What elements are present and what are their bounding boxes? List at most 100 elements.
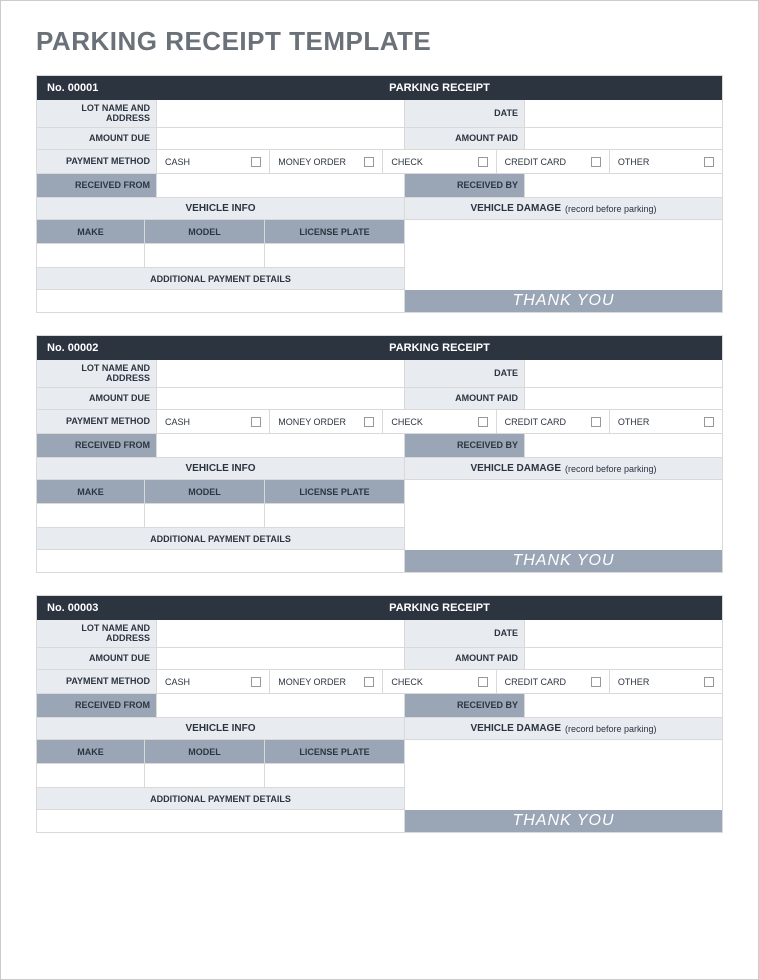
value-make[interactable] xyxy=(37,764,145,788)
thank-you-banner: THANK YOU xyxy=(405,290,722,312)
payment-option-cash[interactable]: CASH xyxy=(157,150,270,174)
checkbox-icon[interactable] xyxy=(251,677,261,687)
checkbox-icon[interactable] xyxy=(704,157,714,167)
value-additional-payment[interactable] xyxy=(37,810,405,832)
value-license-plate[interactable] xyxy=(265,244,405,268)
payment-option-other[interactable]: OTHER xyxy=(610,150,722,174)
payment-option-check[interactable]: CHECK xyxy=(383,150,496,174)
value-received-by[interactable] xyxy=(525,434,722,458)
row-amounts: AMOUNT DUE AMOUNT PAID xyxy=(37,648,722,670)
label-vehicle-info: VEHICLE INFO xyxy=(37,198,405,220)
checkbox-icon[interactable] xyxy=(704,677,714,687)
value-make[interactable] xyxy=(37,244,145,268)
label-additional-payment: ADDITIONAL PAYMENT DETAILS xyxy=(37,788,405,810)
checkbox-icon[interactable] xyxy=(591,677,601,687)
value-received-by[interactable] xyxy=(525,694,722,718)
value-vehicle-damage-bot[interactable] xyxy=(405,268,722,290)
checkbox-icon[interactable] xyxy=(364,417,374,427)
checkbox-icon[interactable] xyxy=(251,157,261,167)
label-payment-method: PAYMENT METHOD xyxy=(37,670,157,694)
checkbox-icon[interactable] xyxy=(478,157,488,167)
row-lot-date: LOT NAME AND ADDRESS DATE xyxy=(37,100,722,128)
value-vehicle-damage-top[interactable] xyxy=(405,740,722,764)
payment-option-check[interactable]: CHECK xyxy=(383,670,496,694)
row-vehicle-headers: VEHICLE INFO VEHICLE DAMAGE (record befo… xyxy=(37,458,722,480)
checkbox-icon[interactable] xyxy=(478,417,488,427)
checkbox-icon[interactable] xyxy=(364,677,374,687)
parking-receipt: No. 00002 PARKING RECEIPT LOT NAME AND A… xyxy=(36,335,723,573)
value-amount-paid[interactable] xyxy=(525,648,722,670)
payment-option-money-order[interactable]: MONEY ORDER xyxy=(270,150,383,174)
checkbox-icon[interactable] xyxy=(364,157,374,167)
value-additional-payment[interactable] xyxy=(37,290,405,312)
value-received-from[interactable] xyxy=(157,434,405,458)
value-amount-due[interactable] xyxy=(157,648,405,670)
payment-option-credit-card[interactable]: CREDIT CARD xyxy=(497,150,610,174)
value-model[interactable] xyxy=(145,764,265,788)
checkbox-icon[interactable] xyxy=(478,677,488,687)
row-vehicle-columns: MAKE MODEL LICENSE PLATE xyxy=(37,220,722,244)
value-received-from[interactable] xyxy=(157,174,405,198)
label-license-plate: LICENSE PLATE xyxy=(265,480,405,504)
value-model[interactable] xyxy=(145,244,265,268)
label-received-from: RECEIVED FROM xyxy=(37,174,157,198)
payment-option-credit-card[interactable]: CREDIT CARD xyxy=(497,410,610,434)
label-payment-method: PAYMENT METHOD xyxy=(37,410,157,434)
label-vehicle-info: VEHICLE INFO xyxy=(37,458,405,480)
payment-option-other[interactable]: OTHER xyxy=(610,670,722,694)
value-model[interactable] xyxy=(145,504,265,528)
value-received-by[interactable] xyxy=(525,174,722,198)
value-lot-name[interactable] xyxy=(157,360,405,388)
value-license-plate[interactable] xyxy=(265,504,405,528)
value-date[interactable] xyxy=(525,360,722,388)
value-date[interactable] xyxy=(525,620,722,648)
value-license-plate[interactable] xyxy=(265,764,405,788)
value-vehicle-damage-mid[interactable] xyxy=(405,504,722,528)
label-additional-payment: ADDITIONAL PAYMENT DETAILS xyxy=(37,268,405,290)
checkbox-icon[interactable] xyxy=(704,417,714,427)
label-amount-due: AMOUNT DUE xyxy=(37,648,157,670)
value-amount-due[interactable] xyxy=(157,388,405,410)
row-vehicle-values xyxy=(37,244,722,268)
value-vehicle-damage-mid[interactable] xyxy=(405,244,722,268)
value-amount-paid[interactable] xyxy=(525,128,722,150)
checkbox-icon[interactable] xyxy=(591,157,601,167)
label-vehicle-damage: VEHICLE DAMAGE (record before parking) xyxy=(405,458,722,480)
payment-option-cash[interactable]: CASH xyxy=(157,410,270,434)
parking-receipt: No. 00003 PARKING RECEIPT LOT NAME AND A… xyxy=(36,595,723,833)
value-vehicle-damage-bot[interactable] xyxy=(405,528,722,550)
payment-option-check[interactable]: CHECK xyxy=(383,410,496,434)
value-vehicle-damage-mid[interactable] xyxy=(405,764,722,788)
checkbox-icon[interactable] xyxy=(591,417,601,427)
value-date[interactable] xyxy=(525,100,722,128)
label-model: MODEL xyxy=(145,220,265,244)
value-additional-payment[interactable] xyxy=(37,550,405,572)
row-vehicle-values xyxy=(37,504,722,528)
row-additional-value: THANK YOU xyxy=(37,550,722,572)
label-amount-paid: AMOUNT PAID xyxy=(405,128,525,150)
receipts-container: No. 00001 PARKING RECEIPT LOT NAME AND A… xyxy=(36,75,723,833)
thank-you-banner: THANK YOU xyxy=(405,810,722,832)
value-amount-due[interactable] xyxy=(157,128,405,150)
payment-option-cash[interactable]: CASH xyxy=(157,670,270,694)
value-lot-name[interactable] xyxy=(157,620,405,648)
value-amount-paid[interactable] xyxy=(525,388,722,410)
payment-option-other[interactable]: OTHER xyxy=(610,410,722,434)
checkbox-icon[interactable] xyxy=(251,417,261,427)
row-payment-method: PAYMENT METHOD CASH MONEY ORDER CHECK CR… xyxy=(37,670,722,694)
value-vehicle-damage-top[interactable] xyxy=(405,480,722,504)
row-received: RECEIVED FROM RECEIVED BY xyxy=(37,694,722,718)
value-vehicle-damage-top[interactable] xyxy=(405,220,722,244)
row-amounts: AMOUNT DUE AMOUNT PAID xyxy=(37,128,722,150)
payment-option-credit-card[interactable]: CREDIT CARD xyxy=(497,670,610,694)
payment-option-money-order[interactable]: MONEY ORDER xyxy=(270,410,383,434)
value-received-from[interactable] xyxy=(157,694,405,718)
value-make[interactable] xyxy=(37,504,145,528)
label-amount-paid: AMOUNT PAID xyxy=(405,648,525,670)
label-license-plate: LICENSE PLATE xyxy=(265,740,405,764)
payment-option-money-order[interactable]: MONEY ORDER xyxy=(270,670,383,694)
value-lot-name[interactable] xyxy=(157,100,405,128)
label-payment-method: PAYMENT METHOD xyxy=(37,150,157,174)
label-amount-paid: AMOUNT PAID xyxy=(405,388,525,410)
value-vehicle-damage-bot[interactable] xyxy=(405,788,722,810)
